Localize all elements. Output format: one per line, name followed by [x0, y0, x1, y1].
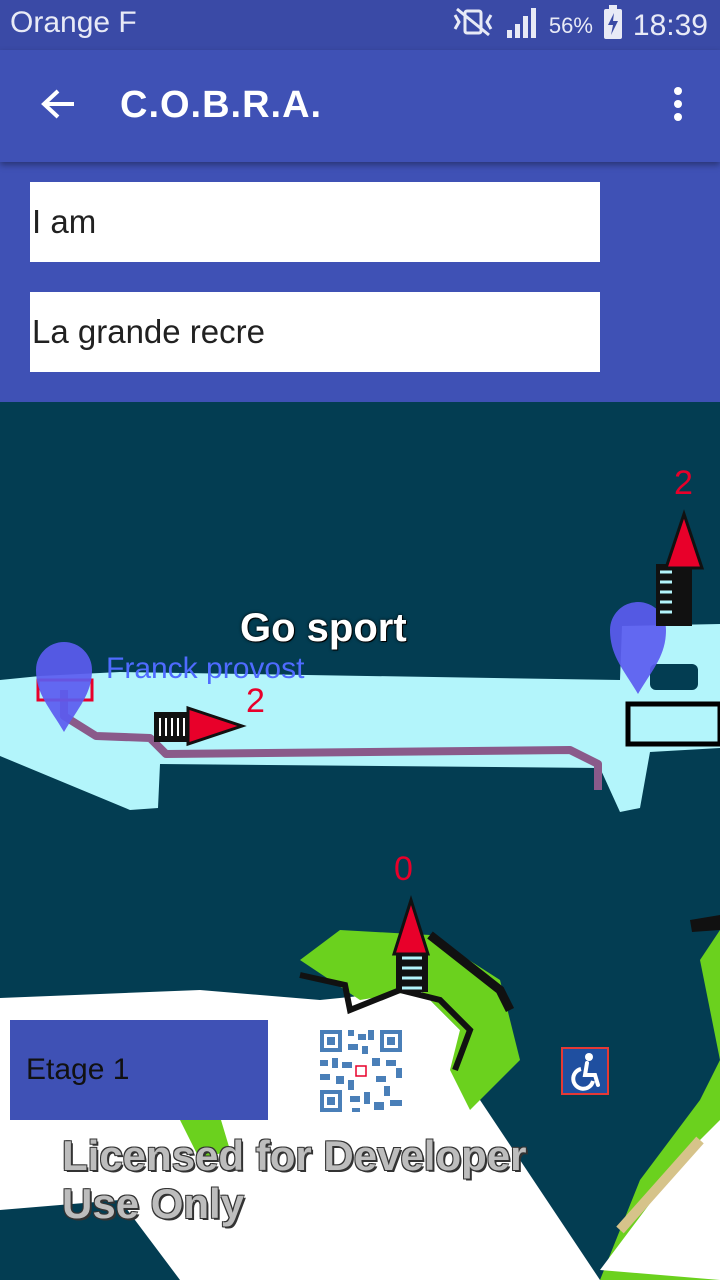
- destination-input[interactable]: [30, 292, 600, 372]
- store-label-franck-provost: Franck provost: [106, 652, 305, 685]
- battery-percent: 56%: [548, 13, 593, 38]
- app-bar: C.O.B.R.A.: [0, 50, 720, 162]
- clock: 18:39: [632, 9, 708, 42]
- qr-code: [312, 1022, 410, 1120]
- battery-charging-icon: [603, 5, 623, 47]
- status-bar: Orange F 56% 18:39: [0, 0, 720, 50]
- license-watermark-line2: Use Only: [62, 1180, 245, 1227]
- wheelchair-icon: [571, 1053, 600, 1091]
- overflow-menu-button[interactable]: [666, 76, 690, 132]
- floor-number-stairs-bottom: 0: [394, 850, 413, 888]
- shop-block: [650, 664, 698, 690]
- store-label-go-sport: Go sport: [240, 606, 407, 650]
- floor-selector-button[interactable]: Etage 1: [10, 1020, 268, 1120]
- carrier-name: Orange F: [10, 6, 137, 39]
- route-search-panel: [0, 162, 720, 402]
- floor-number-stairs-left: 2: [246, 682, 265, 720]
- signal-icon: [505, 6, 539, 46]
- more-vert-icon: [674, 87, 682, 121]
- app-title: C.O.B.R.A.: [120, 84, 323, 126]
- license-watermark-line1: Licensed for Developer: [62, 1132, 527, 1179]
- qr-code-icon: [320, 1030, 402, 1112]
- back-button[interactable]: [30, 76, 86, 132]
- floor-number-stairs-right: 2: [674, 464, 693, 502]
- wall-line: [690, 915, 720, 932]
- vibrate-icon: [451, 7, 495, 45]
- origin-input[interactable]: [30, 182, 600, 262]
- license-watermark: Licensed for Developer Use Only: [62, 1132, 526, 1228]
- wheelchair-accessible-button[interactable]: [561, 1047, 609, 1095]
- arrow-back-icon: [41, 89, 74, 119]
- stairs-down-arrow-bottom[interactable]: [391, 895, 431, 992]
- status-icons: 56% 18:39: [451, 5, 708, 47]
- stairs-up-arrow-right[interactable]: [656, 509, 705, 626]
